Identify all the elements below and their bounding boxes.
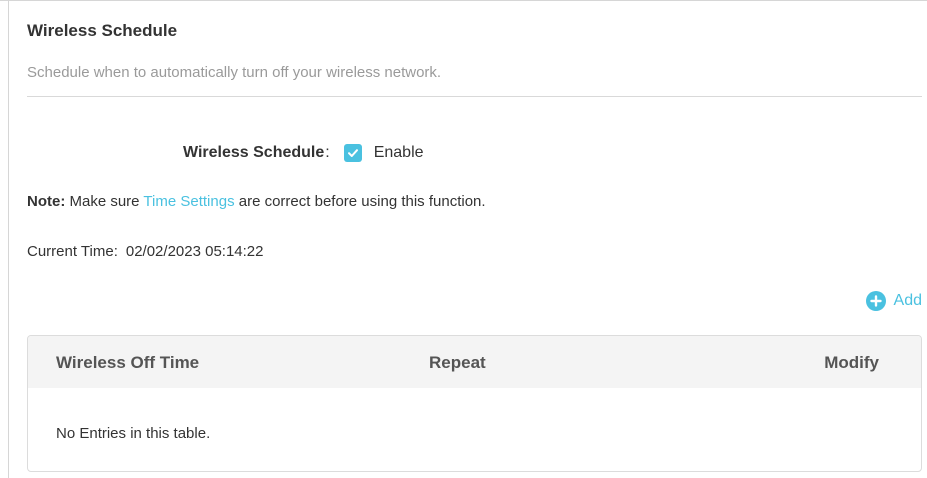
table-header: Wireless Off Time Repeat Modify [28, 336, 921, 388]
section-divider [27, 96, 922, 97]
section-title: Wireless Schedule [27, 21, 178, 40]
time-settings-link[interactable]: Time Settings [143, 193, 234, 210]
table-empty-message: No Entries in this table. [56, 425, 211, 442]
wireless-schedule-colon: : [325, 144, 330, 161]
current-time-label: Current Time: [27, 243, 118, 260]
enable-label[interactable]: Enable [374, 144, 424, 162]
left-border [8, 0, 9, 478]
top-border [0, 0, 927, 9]
column-header-modify: Modify [824, 353, 879, 372]
column-header-wireless-off-time: Wireless Off Time [56, 353, 200, 372]
wireless-schedule-label: Wireless Schedule [183, 144, 325, 161]
note-text-after: are correct before using this function. [234, 193, 486, 210]
column-header-repeat: Repeat [429, 353, 486, 372]
note-text: Note: Make sure Time Settings are correc… [27, 193, 486, 210]
checkmark-icon [347, 149, 358, 157]
add-button[interactable]: Add [865, 291, 922, 311]
note-text-before: Make sure [65, 193, 144, 210]
section-description: Schedule when to automatically turn off … [27, 64, 442, 81]
current-time: Current Time: 02/02/2023 05:14:22 [27, 243, 264, 260]
plus-circle-icon [865, 291, 886, 311]
current-time-value: 02/02/2023 05:14:22 [125, 243, 264, 260]
note-prefix: Note: [27, 193, 66, 210]
add-button-label: Add [893, 292, 922, 309]
schedule-table: Wireless Off Time Repeat Modify No Entri… [27, 335, 922, 472]
wireless-schedule-row: Wireless Schedule : Enable [183, 144, 424, 162]
enable-checkbox[interactable] [343, 144, 362, 162]
